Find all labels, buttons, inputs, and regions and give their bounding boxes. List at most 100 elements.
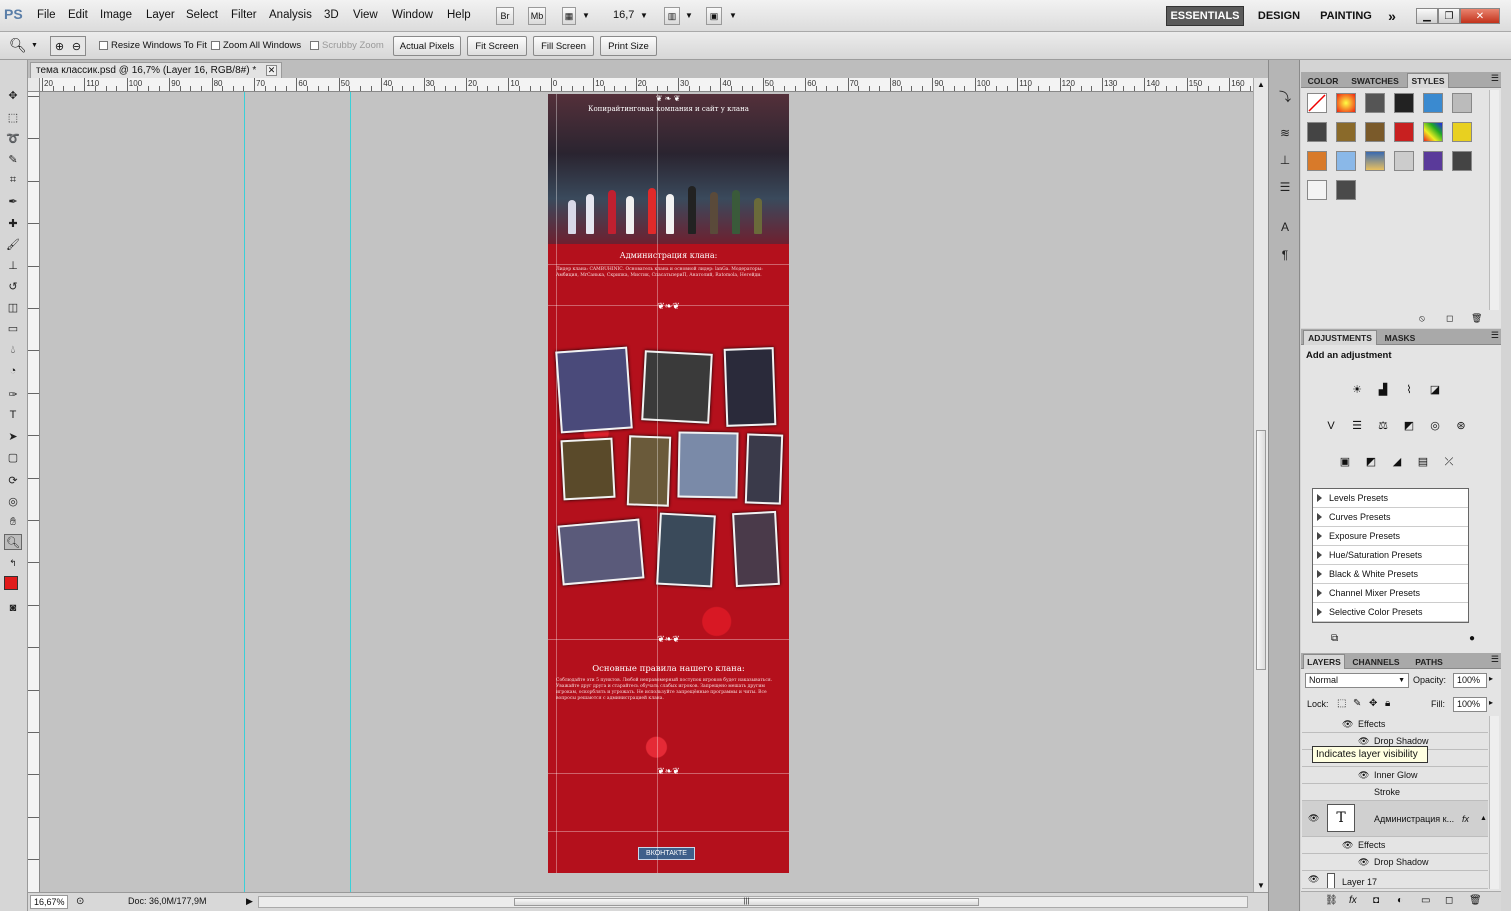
zoom-out-icon[interactable]: ⊖ xyxy=(72,40,81,53)
guide-line[interactable] xyxy=(350,92,351,892)
adjustment-options-icon[interactable]: ● xyxy=(1469,633,1475,644)
menu-window[interactable]: Window xyxy=(392,9,433,21)
menu-layer[interactable]: Layer xyxy=(146,9,175,21)
gradient-tool-icon[interactable]: ▭ xyxy=(4,320,22,336)
layer-effects-row[interactable]: 👁︎ Effects xyxy=(1302,837,1488,854)
chevron-down-icon[interactable]: ▼ xyxy=(729,11,737,20)
status-menu-arrow-icon[interactable]: ▶ xyxy=(246,896,253,907)
blur-tool-icon[interactable]: 💧︎ xyxy=(4,342,22,358)
levels-icon[interactable]: ▟ xyxy=(1373,381,1393,399)
tab-layers[interactable]: LAYERS xyxy=(1303,654,1345,669)
tab-masks[interactable]: MASKS xyxy=(1379,330,1421,345)
print-size-button[interactable]: Print Size xyxy=(600,36,657,56)
tool-presets-icon[interactable]: ☰ xyxy=(1275,180,1295,198)
threshold-icon[interactable]: ◢ xyxy=(1387,453,1407,471)
new-adjustment-icon[interactable]: ◐ xyxy=(1397,895,1403,906)
vibrance-icon[interactable]: V xyxy=(1321,417,1341,435)
layer-row[interactable]: 👁︎ Layer 17 xyxy=(1302,871,1488,889)
vertical-scrollbar[interactable]: ▲ ▼ xyxy=(1253,78,1268,892)
style-swatch[interactable] xyxy=(1452,93,1472,113)
menu-help[interactable]: Help xyxy=(447,9,471,21)
move-tool-icon[interactable]: ✥ xyxy=(4,87,22,103)
3d-rotate-tool-icon[interactable]: ⟳ xyxy=(4,472,22,488)
bridge-button[interactable]: Br xyxy=(496,7,514,25)
curves-icon[interactable]: ⌇ xyxy=(1399,381,1419,399)
type-tool-icon[interactable]: T xyxy=(4,407,22,423)
preset-item[interactable]: Exposure Presets xyxy=(1313,527,1468,546)
link-layers-icon[interactable]: ⛓︎ xyxy=(1325,895,1338,906)
menu-analysis[interactable]: Analysis xyxy=(269,9,312,21)
menu-filter[interactable]: Filter xyxy=(231,9,257,21)
styles-scrollbar[interactable] xyxy=(1489,90,1499,310)
canvas-area[interactable]: ❦ ❧ ❦ Копирайтинговая компания и сайт у … xyxy=(40,92,1253,892)
chevron-up-icon[interactable]: ▲ xyxy=(1480,815,1487,822)
preset-item[interactable]: Black & White Presets xyxy=(1313,565,1468,584)
fit-screen-button[interactable]: Fit Screen xyxy=(467,36,527,56)
clone-source-icon[interactable]: ⊥ xyxy=(1275,153,1295,171)
panel-menu-icon[interactable]: ☰ xyxy=(1491,73,1499,84)
menu-edit[interactable]: Edit xyxy=(68,9,88,21)
layer-effect-row[interactable]: 👁︎ Inner Glow xyxy=(1302,767,1488,784)
healing-brush-tool-icon[interactable]: ✚ xyxy=(4,215,22,231)
expand-triangle-icon[interactable] xyxy=(1317,532,1322,540)
add-mask-icon[interactable]: ◘ xyxy=(1373,895,1379,906)
channel-mixer-icon[interactable]: ⊛ xyxy=(1451,417,1471,435)
style-swatch[interactable] xyxy=(1394,151,1414,171)
scroll-up-icon[interactable]: ▲ xyxy=(1257,80,1265,89)
zoom-tool-icon[interactable]: 🔍︎ xyxy=(4,534,22,550)
new-layer-icon[interactable]: ◻ xyxy=(1445,895,1453,906)
clip-layer-icon[interactable]: ⧉ xyxy=(1331,633,1338,644)
expand-triangle-icon[interactable] xyxy=(1317,513,1322,521)
preset-item[interactable]: Channel Mixer Presets xyxy=(1313,584,1468,603)
close-icon[interactable]: ✕ xyxy=(266,65,277,76)
style-swatch[interactable] xyxy=(1394,93,1414,113)
layer-effects-row[interactable]: 👁︎ Effects xyxy=(1302,716,1488,733)
history-brush-tool-icon[interactable]: ↺ xyxy=(4,278,22,294)
zoom-in-out-toggle[interactable]: ⊕ ⊖ xyxy=(50,36,86,56)
menu-image[interactable]: Image xyxy=(100,9,132,21)
menu-3d[interactable]: 3D xyxy=(324,9,339,21)
style-swatch[interactable] xyxy=(1336,151,1356,171)
fill-input[interactable]: 100% xyxy=(1453,697,1487,712)
foreground-color-swatch[interactable] xyxy=(4,576,18,590)
path-select-tool-icon[interactable]: ➤ xyxy=(4,428,22,444)
selective-color-icon[interactable]: ⤫ xyxy=(1439,453,1459,471)
color-balance-icon[interactable]: ⚖ xyxy=(1373,417,1393,435)
zoom-level-select[interactable]: 16,7 xyxy=(613,9,634,21)
crop-tool-icon[interactable]: ⌗ xyxy=(4,172,22,188)
tab-adjustments[interactable]: ADJUSTMENTS xyxy=(1303,330,1377,345)
workspace-essentials[interactable]: ESSENTIALS xyxy=(1166,6,1244,26)
chevron-down-icon[interactable]: ▼ xyxy=(1398,674,1405,687)
eyedropper-tool-icon[interactable]: ✒ xyxy=(4,193,22,209)
brightness-icon[interactable]: ☀ xyxy=(1347,381,1367,399)
tab-color[interactable]: COLOR xyxy=(1303,73,1343,88)
tab-swatches[interactable]: SWATCHES xyxy=(1345,73,1405,88)
style-swatch[interactable] xyxy=(1365,122,1385,142)
horizontal-scrollbar[interactable]: ||| xyxy=(258,896,1248,908)
clear-style-icon[interactable]: ⦸ xyxy=(1419,313,1425,324)
status-info-icon[interactable]: ⊙ xyxy=(76,896,84,907)
quick-select-tool-icon[interactable]: ✎ xyxy=(4,151,22,167)
opacity-input[interactable]: 100% xyxy=(1453,673,1487,688)
close-button[interactable]: ✕ xyxy=(1460,8,1500,24)
lasso-tool-icon[interactable]: ➰ xyxy=(4,130,22,146)
scrubby-zoom-checkbox[interactable]: Scrubby Zoom xyxy=(310,40,384,51)
style-swatch[interactable] xyxy=(1452,122,1472,142)
lock-pixels-icon[interactable]: ✎ xyxy=(1353,698,1361,709)
chevron-right-icon[interactable]: ▸ xyxy=(1489,674,1493,683)
panel-menu-icon[interactable]: ☰ xyxy=(1491,330,1499,341)
eye-icon[interactable]: 👁︎ xyxy=(1308,813,1319,824)
black-white-icon[interactable]: ◩ xyxy=(1399,417,1419,435)
style-swatch[interactable] xyxy=(1394,122,1414,142)
chevron-down-icon[interactable]: ▼ xyxy=(582,11,590,20)
style-swatch[interactable] xyxy=(1452,151,1472,171)
menu-select[interactable]: Select xyxy=(186,9,218,21)
style-swatch[interactable] xyxy=(1423,93,1443,113)
marquee-tool-icon[interactable]: ⬚ xyxy=(4,109,22,125)
paragraph-panel-icon[interactable]: ¶ xyxy=(1275,248,1295,266)
actual-pixels-button[interactable]: Actual Pixels xyxy=(393,36,461,56)
fx-icon[interactable]: fx xyxy=(1462,814,1469,824)
guide-line[interactable] xyxy=(244,92,245,892)
fill-screen-button[interactable]: Fill Screen xyxy=(533,36,594,56)
chevron-right-icon[interactable]: ▸ xyxy=(1489,698,1493,707)
